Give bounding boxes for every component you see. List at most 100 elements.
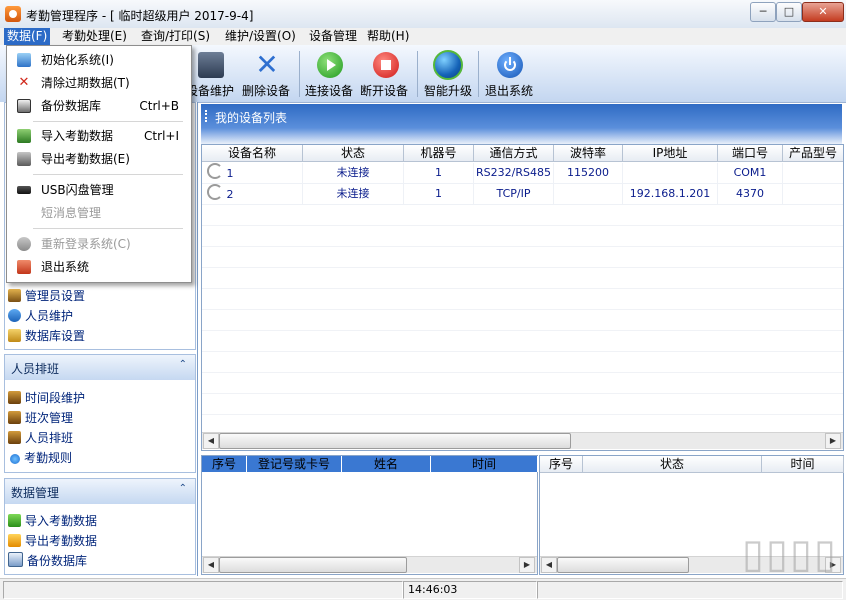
column-header[interactable]: 产品型号 (783, 145, 843, 162)
device-maintenance-button[interactable]: 设备维护 (184, 45, 240, 102)
connect-device-button[interactable]: 连接设备 (302, 45, 358, 102)
schedule-group-header[interactable]: 人员排班 ⌃ (4, 354, 196, 381)
menu-item-init-system[interactable]: 初始化系统(I) (9, 49, 187, 71)
import-arrow-icon (8, 514, 21, 527)
table-row[interactable]: 1 未连接 1 RS232/RS485 115200 COM1 (202, 163, 843, 184)
scroll-thumb[interactable] (219, 433, 571, 449)
usb-icon (17, 186, 31, 194)
refresh-icon (207, 184, 223, 200)
disconnect-device-button[interactable]: 断开设备 (358, 45, 414, 102)
delete-x-icon: ✕ (255, 48, 279, 81)
menu-item-clear-expired[interactable]: ✕ 清除过期数据(T) (9, 72, 187, 94)
backup-db-icon (17, 99, 31, 113)
menu-item-export-data[interactable]: 导出考勤数据(E) (9, 148, 187, 170)
column-header[interactable]: 设备名称 (202, 145, 303, 162)
maximize-button[interactable]: □ (776, 2, 802, 22)
toolbar-separator (417, 51, 418, 97)
export-icon (17, 152, 31, 166)
smart-upgrade-button[interactable]: 智能升级 (420, 45, 476, 102)
nav-admin-settings[interactable]: 管理员设置 (8, 287, 85, 305)
watermark-logo: ▯▯▯▯ (741, 530, 838, 577)
nav-database-settings[interactable]: 数据库设置 (8, 327, 85, 345)
menu-data[interactable]: 数据(F) (4, 28, 51, 45)
nav-export-data[interactable]: 导出考勤数据 (8, 532, 97, 550)
delete-device-button[interactable]: ✕ 删除设备 (240, 45, 296, 102)
column-header[interactable]: 姓名 (342, 456, 431, 472)
window-title: 考勤管理程序 - [ 临时超级用户 2017-9-4] (26, 9, 254, 23)
data-group-header[interactable]: 数据管理 ⌃ (4, 478, 196, 505)
column-header[interactable]: 机器号 (404, 145, 474, 162)
column-header[interactable]: 序号 (202, 456, 247, 472)
status-bar: 14:46:03 (0, 578, 846, 600)
data-group-title: 数据管理 (11, 486, 60, 500)
column-header[interactable]: 波特率 (554, 145, 623, 162)
column-header[interactable]: 序号 (540, 456, 583, 473)
menu-maintenance[interactable]: 维护/设置(O) (222, 28, 299, 45)
column-header[interactable]: 端口号 (718, 145, 783, 162)
column-header[interactable]: 登记号或卡号 (247, 456, 342, 472)
menu-item-usb-management[interactable]: USB闪盘管理 (9, 179, 187, 201)
scroll-right-arrow-icon[interactable]: ▶ (825, 433, 841, 449)
minimize-button[interactable]: ─ (750, 2, 776, 22)
exit-system-button[interactable]: 退出系统 (482, 45, 538, 102)
menu-device[interactable]: 设备管理 (306, 28, 360, 45)
nav-attendance-rules[interactable]: 考勤规则 (8, 449, 72, 467)
horizontal-scrollbar[interactable]: ◀ ▶ (202, 432, 843, 449)
menu-item-backup-db[interactable]: 备份数据库 Ctrl+B (9, 95, 187, 117)
menu-item-sms-management: 短消息管理 (41, 206, 102, 220)
menu-help[interactable]: 帮助(H) (364, 28, 412, 45)
nav-staff-scheduling[interactable]: 人员排班 (8, 429, 73, 447)
data-menu-dropdown: 初始化系统(I) ✕ 清除过期数据(T) 备份数据库 Ctrl+B 导入考勤数据… (6, 45, 192, 283)
power-icon (497, 52, 523, 78)
backup-icon (8, 552, 23, 567)
column-header[interactable]: 时间 (431, 456, 538, 472)
menu-item-import-data[interactable]: 导入考勤数据 Ctrl+I (9, 125, 187, 147)
scroll-left-arrow-icon[interactable]: ◀ (203, 433, 219, 449)
nav-personnel[interactable]: 人员维护 (8, 307, 73, 325)
column-header[interactable]: 状态 (303, 145, 404, 162)
scroll-right-arrow-icon[interactable]: ▶ (519, 557, 535, 573)
menu-separator (33, 228, 183, 229)
scroll-left-arrow-icon[interactable]: ◀ (541, 557, 557, 573)
column-header[interactable]: 通信方式 (474, 145, 554, 162)
export-arrow-icon (8, 534, 21, 547)
admin-icon (8, 289, 21, 302)
column-header[interactable]: 状态 (583, 456, 762, 473)
device-list-header: 我的设备列表 (201, 104, 842, 128)
menu-bar: 数据(F) 考勤处理(E) 查询/打印(S) 维护/设置(O) 设备管理 帮助(… (0, 28, 846, 45)
schedule-group-title: 人员排班 (11, 362, 60, 376)
rule-dot-icon (10, 454, 20, 464)
scroll-left-arrow-icon[interactable]: ◀ (203, 557, 219, 573)
person-icon (8, 309, 21, 322)
nav-import-data[interactable]: 导入考勤数据 (8, 512, 97, 530)
calendar-icon (8, 391, 21, 404)
calendar-icon (8, 431, 21, 444)
collapse-icon[interactable]: ⌃ (179, 359, 187, 370)
close-button[interactable]: ✕ (802, 2, 844, 22)
refresh-icon (207, 163, 223, 179)
exit-icon (17, 260, 31, 274)
menu-attendance[interactable]: 考勤处理(E) (59, 28, 130, 45)
status-panel-left (3, 581, 403, 599)
house-icon (17, 53, 31, 67)
menu-query-print[interactable]: 查询/打印(S) (138, 28, 213, 45)
device-list-header-fade (201, 128, 842, 144)
app-icon (5, 6, 21, 22)
nav-shift-management[interactable]: 班次管理 (8, 409, 73, 427)
nav-backup-db[interactable]: 备份数据库 (8, 552, 87, 570)
toolbar-separator (299, 51, 300, 97)
collapse-icon[interactable]: ⌃ (179, 483, 187, 494)
scroll-thumb[interactable] (219, 557, 407, 573)
column-header[interactable]: 时间 (762, 456, 844, 473)
scroll-thumb[interactable] (557, 557, 689, 573)
relogin-icon (17, 237, 31, 251)
grip-icon (205, 110, 209, 122)
horizontal-scrollbar[interactable]: ◀ ▶ (202, 556, 537, 573)
table-row[interactable]: 2 未连接 1 TCP/IP 192.168.1.201 4370 (202, 184, 843, 205)
menu-item-exit[interactable]: 退出系统 (9, 256, 187, 278)
nav-time-period[interactable]: 时间段维护 (8, 389, 85, 407)
toolbar-separator (478, 51, 479, 97)
status-panel-right (537, 581, 843, 599)
column-header[interactable]: IP地址 (623, 145, 718, 162)
status-clock: 14:46:03 (403, 581, 537, 599)
